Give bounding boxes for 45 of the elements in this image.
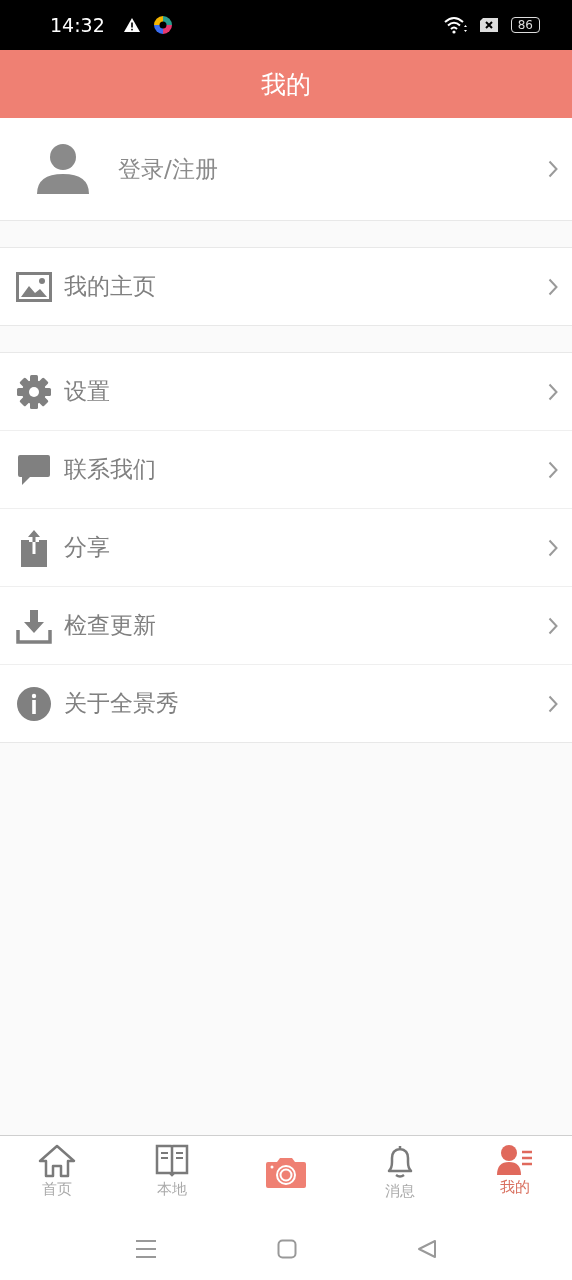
download-icon bbox=[16, 607, 52, 644]
app-icon bbox=[152, 15, 173, 35]
clock: 14:32 bbox=[50, 14, 105, 36]
back-icon[interactable] bbox=[417, 1239, 437, 1259]
menu-label: 分享 bbox=[64, 533, 111, 562]
chevron-icon bbox=[548, 382, 558, 401]
chevron-icon bbox=[548, 694, 558, 713]
login-label: 登录/注册 bbox=[118, 154, 219, 184]
sim-icon bbox=[478, 17, 499, 33]
menu-item[interactable]: 分享 bbox=[0, 508, 572, 586]
tab[interactable]: 本地 bbox=[114, 1136, 229, 1218]
menu-label: 检查更新 bbox=[64, 611, 157, 640]
camera-icon bbox=[265, 1156, 307, 1188]
info-icon bbox=[16, 685, 52, 722]
menu-label: 我的主页 bbox=[64, 272, 157, 301]
menu-label: 设置 bbox=[64, 377, 111, 406]
profile-icon bbox=[496, 1144, 533, 1176]
speech-bubble-icon bbox=[16, 452, 52, 487]
menu-item[interactable]: 我的主页 bbox=[0, 248, 572, 325]
warning-icon bbox=[122, 17, 141, 33]
battery-indicator: 86 bbox=[510, 17, 540, 33]
chevron-icon bbox=[548, 277, 558, 296]
menu-label: 关于全景秀 bbox=[64, 689, 180, 718]
chevron-icon bbox=[548, 616, 558, 635]
menu-item[interactable]: 关于全景秀 bbox=[0, 664, 572, 742]
menu-label: 联系我们 bbox=[64, 455, 157, 484]
tab[interactable]: 我的 bbox=[457, 1136, 572, 1218]
menu-item[interactable]: 联系我们 bbox=[0, 430, 572, 508]
chevron-icon bbox=[548, 538, 558, 557]
page-title: 我的 bbox=[261, 68, 311, 101]
avatar-icon bbox=[36, 142, 90, 196]
home-icon bbox=[38, 1144, 77, 1178]
tab[interactable]: 首页 bbox=[0, 1136, 115, 1218]
image-icon bbox=[16, 271, 52, 302]
settings-icon bbox=[16, 373, 52, 410]
login-row[interactable]: 登录/注册 bbox=[0, 118, 572, 221]
tab[interactable]: 消息 bbox=[343, 1136, 458, 1218]
menu-icon[interactable] bbox=[135, 1239, 157, 1259]
menu-item[interactable]: 设置 bbox=[0, 353, 572, 430]
chevron-icon bbox=[548, 460, 558, 479]
wifi-icon bbox=[442, 16, 467, 34]
menu-item[interactable]: 检查更新 bbox=[0, 586, 572, 664]
book-icon bbox=[154, 1144, 189, 1178]
home-button-icon[interactable] bbox=[277, 1239, 297, 1259]
chevron-icon bbox=[548, 160, 558, 178]
